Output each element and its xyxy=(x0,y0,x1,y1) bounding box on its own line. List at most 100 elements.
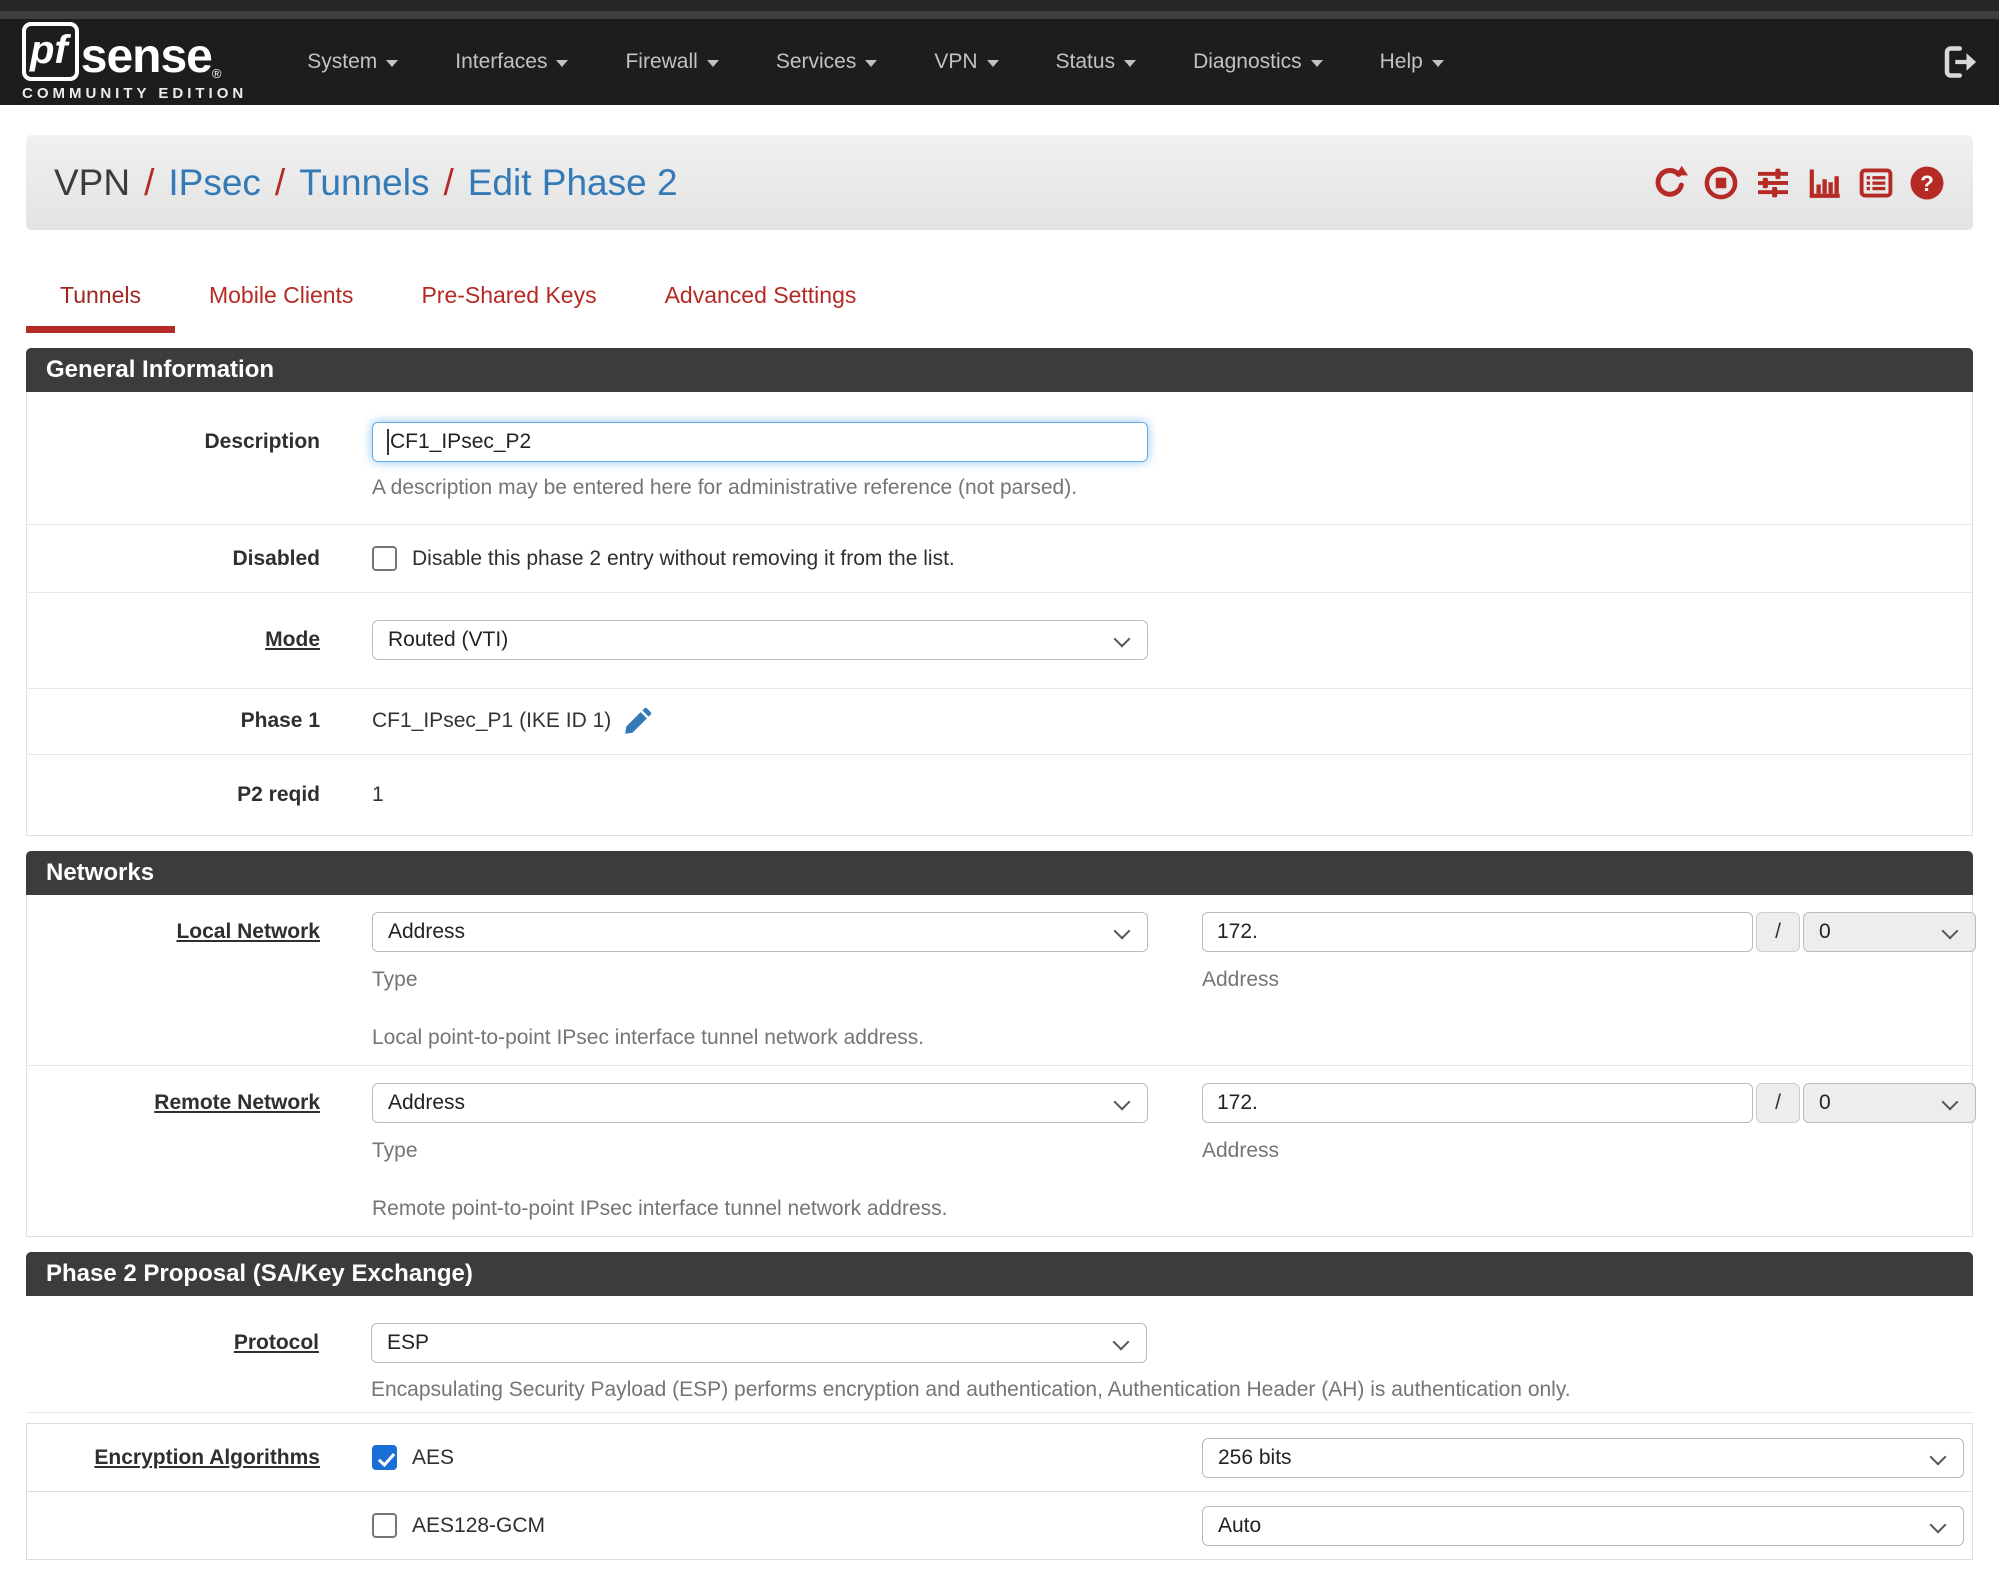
chevron-down-icon xyxy=(386,60,399,67)
breadcrumb-panel: VPN / IPsec / Tunnels / Edit Phase 2 ? xyxy=(26,135,1973,230)
panel-title: General Information xyxy=(26,348,1973,392)
remote-network-row: Remote Network Address Type Remote point… xyxy=(27,1066,1976,1236)
chevron-down-icon xyxy=(1124,60,1137,67)
bar-chart-icon[interactable] xyxy=(1807,165,1843,201)
algorithm-name: AES128-GCM xyxy=(412,1513,546,1537)
chevron-down-icon xyxy=(1310,60,1323,67)
networks-panel: Networks Local Network Address Type Loca… xyxy=(26,851,1976,1237)
p2reqid-row: P2 reqid 1 xyxy=(27,755,1972,835)
breadcrumb-separator: / xyxy=(144,161,155,203)
chevron-down-icon xyxy=(706,60,719,67)
protocol-select[interactable]: ESP xyxy=(371,1323,1147,1363)
protocol-row: Protocol ESP Encapsulating Security Payl… xyxy=(26,1296,1973,1413)
chevron-down-icon xyxy=(865,60,878,67)
disabled-label: Disabled xyxy=(232,547,320,570)
menu-help[interactable]: Help xyxy=(1380,50,1444,74)
mode-row: Mode Routed (VTI) xyxy=(27,593,1972,689)
menu-services[interactable]: Services xyxy=(776,50,878,74)
breadcrumb-link-ipsec[interactable]: IPsec xyxy=(168,162,261,204)
tab-advanced-settings[interactable]: Advanced Settings xyxy=(631,284,891,333)
local-network-type-select[interactable]: Address xyxy=(372,912,1148,952)
local-network-row: Local Network Address Type Local point-t… xyxy=(27,895,1976,1066)
navbar-top-edge xyxy=(0,0,1999,11)
remote-address-input[interactable]: 172. xyxy=(1202,1083,1753,1123)
menu-status[interactable]: Status xyxy=(1056,50,1137,74)
remote-network-type-select[interactable]: Address xyxy=(372,1083,1148,1123)
logo-sense: sense xyxy=(80,30,213,83)
encryption-algorithms-label: Encryption Algorithms xyxy=(94,1446,320,1469)
disabled-checkbox[interactable] xyxy=(372,546,397,571)
disabled-text: Disable this phase 2 entry without remov… xyxy=(412,546,955,570)
type-help: Type xyxy=(372,968,418,991)
aes128gcm-bits-select[interactable]: Auto xyxy=(1202,1505,1964,1546)
remote-mask-select[interactable]: 0 xyxy=(1803,1083,1976,1123)
phase2-proposal-panel: Phase 2 Proposal (SA/Key Exchange) Proto… xyxy=(26,1252,1973,1560)
menu-interfaces[interactable]: Interfaces xyxy=(455,50,569,74)
text-cursor xyxy=(387,429,389,455)
algorithm-row-aes: Encryption Algorithms AES 256 bits xyxy=(27,1424,1972,1492)
local-network-help: Local point-to-point IPsec interface tun… xyxy=(372,1026,925,1049)
address-help: Address xyxy=(1202,1139,1280,1162)
mode-select[interactable]: Routed (VTI) xyxy=(372,620,1148,660)
breadcrumb-link-tunnels[interactable]: Tunnels xyxy=(299,162,429,204)
remote-network-help: Remote point-to-point IPsec interface tu… xyxy=(372,1197,948,1220)
chevron-down-icon xyxy=(1431,60,1444,67)
panel-title: Networks xyxy=(26,851,1973,895)
slash-addon: / xyxy=(1756,912,1800,952)
logo-edition: COMMUNITY EDITION xyxy=(22,85,248,102)
protocol-help: Encapsulating Security Payload (ESP) per… xyxy=(371,1378,1571,1401)
logo-registered-mark: ® xyxy=(211,66,222,81)
description-row: Description CF1_IPsec_P2 A description m… xyxy=(27,392,1972,525)
help-icon[interactable]: ? xyxy=(1909,165,1945,201)
tab-tunnels[interactable]: Tunnels xyxy=(26,284,175,333)
slash-addon: / xyxy=(1756,1083,1800,1123)
phase1-label: Phase 1 xyxy=(240,709,320,732)
address-help: Address xyxy=(1202,968,1280,991)
menu-system[interactable]: System xyxy=(307,50,399,74)
local-address-input[interactable]: 172. xyxy=(1202,912,1753,952)
p2reqid-value: 1 xyxy=(372,783,384,806)
navbar-top-strip xyxy=(0,11,1999,19)
type-help: Type xyxy=(372,1139,418,1162)
tab-mobile-clients[interactable]: Mobile Clients xyxy=(175,284,387,333)
menu-vpn[interactable]: VPN xyxy=(934,50,999,74)
pfsense-logo[interactable]: pf sense ® COMMUNITY EDITION xyxy=(22,22,247,102)
logo-pf: pf xyxy=(22,22,79,81)
phase1-value: CF1_IPsec_P1 (IKE ID 1) xyxy=(372,709,612,732)
breadcrumb-vpn: VPN xyxy=(54,161,131,203)
description-input[interactable]: CF1_IPsec_P2 xyxy=(372,422,1148,462)
page-action-icons: ? xyxy=(1652,165,1945,201)
p2reqid-label: P2 reqid xyxy=(237,783,320,806)
refresh-icon[interactable] xyxy=(1652,165,1688,201)
pencil-icon[interactable] xyxy=(623,706,653,736)
page-tabs: Tunnels Mobile Clients Pre-Shared Keys A… xyxy=(26,284,1973,333)
encryption-algorithms-table: Encryption Algorithms AES 256 bits AES12… xyxy=(26,1423,1973,1560)
menu-diagnostics[interactable]: Diagnostics xyxy=(1193,50,1323,74)
svg-text:?: ? xyxy=(1920,170,1934,195)
chevron-down-icon xyxy=(986,60,999,67)
disabled-row: Disabled Disable this phase 2 entry with… xyxy=(27,525,1972,593)
chevron-down-icon xyxy=(556,60,569,67)
main-menu: System Interfaces Firewall Services VPN … xyxy=(307,50,1941,74)
menu-firewall[interactable]: Firewall xyxy=(625,50,719,74)
aes-bits-select[interactable]: 256 bits xyxy=(1202,1437,1964,1478)
protocol-label: Protocol xyxy=(233,1331,319,1354)
algorithm-row-aes128gcm: AES128-GCM Auto xyxy=(27,1492,1972,1560)
description-help: A description may be entered here for ad… xyxy=(372,476,1078,499)
description-label: Description xyxy=(204,430,320,453)
local-network-label: Local Network xyxy=(176,920,320,943)
breadcrumb: VPN / IPsec / Tunnels / Edit Phase 2 xyxy=(54,162,678,204)
breadcrumb-link-edit-phase2[interactable]: Edit Phase 2 xyxy=(468,162,678,204)
aes-checkbox[interactable] xyxy=(372,1445,397,1470)
mode-label: Mode xyxy=(265,628,320,651)
local-mask-select[interactable]: 0 xyxy=(1803,912,1976,952)
sign-out-icon[interactable] xyxy=(1941,44,1977,80)
tab-pre-shared-keys[interactable]: Pre-Shared Keys xyxy=(387,284,630,333)
list-alt-icon[interactable] xyxy=(1858,165,1894,201)
general-information-panel: General Information Description CF1_IPse… xyxy=(26,348,1973,836)
top-navbar: pf sense ® COMMUNITY EDITION System Inte… xyxy=(0,0,1999,105)
stop-circle-icon[interactable] xyxy=(1703,165,1739,201)
aes128gcm-checkbox[interactable] xyxy=(372,1513,397,1538)
algorithm-name: AES xyxy=(412,1445,455,1469)
sliders-icon[interactable] xyxy=(1754,165,1792,201)
